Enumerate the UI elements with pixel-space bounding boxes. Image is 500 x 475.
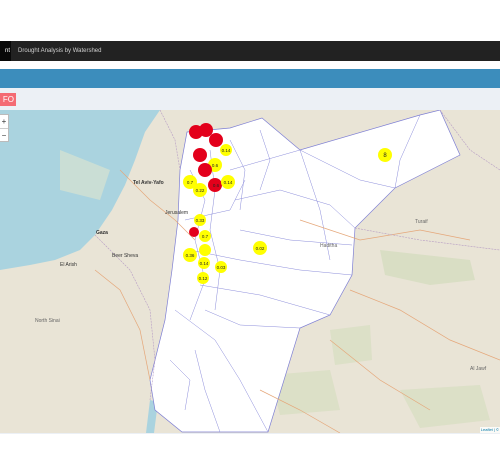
label-north-sinai: North Sinai <box>35 318 60 324</box>
svg-text:0.03: 0.03 <box>217 265 226 270</box>
marker-red <box>199 123 213 137</box>
marker-red <box>193 148 207 162</box>
label-haditha: Haditha <box>320 243 337 249</box>
map-view[interactable]: Gaza Tel Aviv-Yafo Jerusalem Beer Sheva … <box>0 110 500 433</box>
svg-text:0.02: 0.02 <box>256 246 265 251</box>
svg-text:0.33: 0.33 <box>196 218 205 223</box>
terrain-patch <box>380 250 475 285</box>
zoom-out-button[interactable]: − <box>0 129 8 142</box>
label-jerusalem: Jerusalem <box>165 210 188 216</box>
label-al-jawf: Al Jawf <box>470 366 487 372</box>
svg-text:0.12: 0.12 <box>199 276 208 281</box>
svg-text:0.14: 0.14 <box>222 148 231 153</box>
marker-yellow <box>199 244 211 256</box>
label-turaif: Turaif <box>415 219 428 225</box>
header-bar <box>0 69 500 88</box>
top-navbar: nt Drought Analysis by Watershed <box>0 41 500 61</box>
marker-red <box>209 133 223 147</box>
marker-red <box>198 163 212 177</box>
svg-text:0.6: 0.6 <box>213 183 220 188</box>
map-attribution[interactable]: Leaflet | © <box>479 427 500 433</box>
zoom-in-button[interactable]: + <box>0 115 8 129</box>
info-button[interactable]: FO <box>0 93 16 106</box>
navbar-active-label: nt <box>4 48 10 54</box>
svg-text:0.36: 0.36 <box>186 253 195 258</box>
label-beer-sheva: Beer Sheva <box>112 253 138 259</box>
svg-text:0.14: 0.14 <box>224 180 233 185</box>
label-gaza: Gaza <box>96 230 108 236</box>
svg-text:0.22: 0.22 <box>196 188 205 193</box>
zoom-control: + − <box>0 114 9 142</box>
terrain-patch <box>400 385 490 428</box>
svg-text:0.7: 0.7 <box>187 180 194 185</box>
marker-red <box>189 227 199 237</box>
svg-text:0.14: 0.14 <box>200 261 209 266</box>
nav-link-drought-analysis[interactable]: Drought Analysis by Watershed <box>18 41 101 61</box>
svg-text:0.7: 0.7 <box>202 234 209 239</box>
navbar-active-item[interactable]: nt <box>0 41 11 61</box>
label-tel-aviv: Tel Aviv-Yafo <box>133 180 164 186</box>
label-el-arish: El Arish <box>60 262 77 268</box>
svg-text:0.6: 0.6 <box>212 163 219 168</box>
